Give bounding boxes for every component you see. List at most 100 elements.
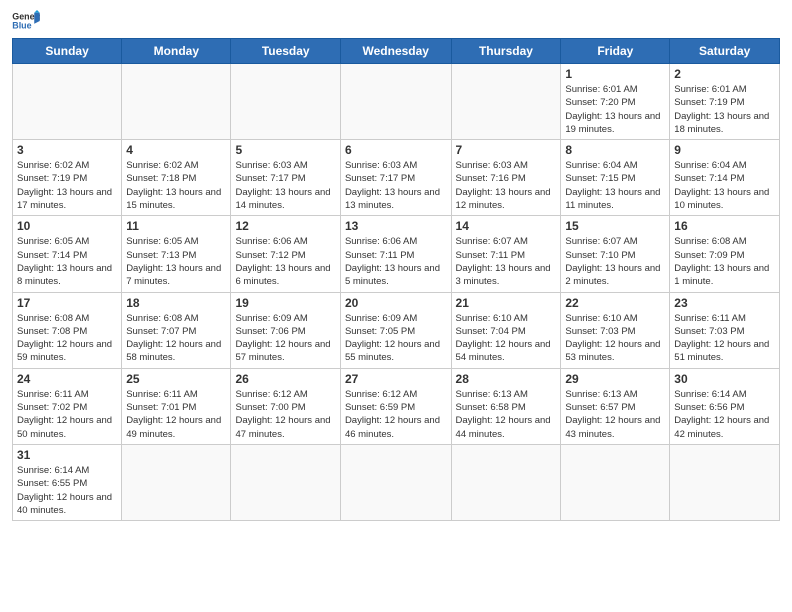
- day-number: 16: [674, 219, 775, 233]
- day-number: 21: [456, 296, 557, 310]
- calendar-cell: [670, 444, 780, 520]
- weekday-header-friday: Friday: [561, 39, 670, 64]
- calendar-cell: 8 Sunrise: 6:04 AM Sunset: 7:15 PM Daylig…: [561, 140, 670, 216]
- calendar-cell: 20Sunrise: 6:09 AM Sunset: 7:05 PM Dayli…: [340, 292, 451, 368]
- calendar-cell: 26Sunrise: 6:12 AM Sunset: 7:00 PM Dayli…: [231, 368, 340, 444]
- day-number: 17: [17, 296, 117, 310]
- day-number: 7: [456, 143, 557, 157]
- calendar-cell: [340, 64, 451, 140]
- day-number: 11: [126, 219, 226, 233]
- day-info: Sunrise: 6:08 AM Sunset: 7:09 PM Dayligh…: [674, 235, 775, 288]
- day-info: Sunrise: 6:03 AM Sunset: 7:17 PM Dayligh…: [345, 159, 447, 212]
- weekday-header-wednesday: Wednesday: [340, 39, 451, 64]
- day-number: 29: [565, 372, 665, 386]
- day-number: 31: [17, 448, 117, 462]
- calendar-cell: [122, 64, 231, 140]
- day-number: 20: [345, 296, 447, 310]
- calendar-cell: 25 Sunrise: 6:11 AM Sunset: 7:01 PM Dayli…: [122, 368, 231, 444]
- day-info: Sunrise: 6:05 AM Sunset: 7:14 PM Dayligh…: [17, 235, 117, 288]
- day-info: Sunrise: 6:04 AM Sunset: 7:15 PM Dayligh…: [565, 159, 665, 212]
- header: General Blue: [12, 10, 780, 32]
- calendar-cell: [451, 64, 561, 140]
- calendar-cell: 28 Sunrise: 6:13 AM Sunset: 6:58 PM Dayli…: [451, 368, 561, 444]
- calendar-cell: 14Sunrise: 6:07 AM Sunset: 7:11 PM Dayli…: [451, 216, 561, 292]
- calendar-cell: 21 Sunrise: 6:10 AM Sunset: 7:04 PM Dayli…: [451, 292, 561, 368]
- day-info: Sunrise: 6:13 AM Sunset: 6:57 PM Dayligh…: [565, 388, 665, 441]
- day-info: Sunrise: 6:11 AM Sunset: 7:02 PM Dayligh…: [17, 388, 117, 441]
- calendar-cell: 10Sunrise: 6:05 AM Sunset: 7:14 PM Dayli…: [13, 216, 122, 292]
- day-info: Sunrise: 6:11 AM Sunset: 7:01 PM Dayligh…: [126, 388, 226, 441]
- calendar-cell: 1 Sunrise: 6:01 AM Sunset: 7:20 PM Daylig…: [561, 64, 670, 140]
- weekday-header-saturday: Saturday: [670, 39, 780, 64]
- calendar-cell: 11 Sunrise: 6:05 AM Sunset: 7:13 PM Dayli…: [122, 216, 231, 292]
- day-info: Sunrise: 6:03 AM Sunset: 7:17 PM Dayligh…: [235, 159, 335, 212]
- calendar-cell: 5 Sunrise: 6:03 AM Sunset: 7:17 PM Daylig…: [231, 140, 340, 216]
- calendar-cell: 30 Sunrise: 6:14 AM Sunset: 6:56 PM Dayli…: [670, 368, 780, 444]
- day-number: 30: [674, 372, 775, 386]
- svg-text:Blue: Blue: [12, 21, 31, 31]
- page: General Blue SundayMondayTuesdayWednesda…: [0, 0, 792, 612]
- day-info: Sunrise: 6:12 AM Sunset: 6:59 PM Dayligh…: [345, 388, 447, 441]
- day-number: 22: [565, 296, 665, 310]
- day-info: Sunrise: 6:05 AM Sunset: 7:13 PM Dayligh…: [126, 235, 226, 288]
- calendar-cell: 16 Sunrise: 6:08 AM Sunset: 7:09 PM Dayli…: [670, 216, 780, 292]
- day-info: Sunrise: 6:10 AM Sunset: 7:04 PM Dayligh…: [456, 312, 557, 365]
- day-number: 1: [565, 67, 665, 81]
- logo: General Blue: [12, 10, 40, 32]
- weekday-header-monday: Monday: [122, 39, 231, 64]
- day-number: 24: [17, 372, 117, 386]
- calendar-cell: 3Sunrise: 6:02 AM Sunset: 7:19 PM Daylig…: [13, 140, 122, 216]
- day-number: 5: [235, 143, 335, 157]
- calendar-cell: 13 Sunrise: 6:06 AM Sunset: 7:11 PM Dayli…: [340, 216, 451, 292]
- calendar-cell: [451, 444, 561, 520]
- calendar-cell: [561, 444, 670, 520]
- day-number: 25: [126, 372, 226, 386]
- day-info: Sunrise: 6:06 AM Sunset: 7:12 PM Dayligh…: [235, 235, 335, 288]
- day-info: Sunrise: 6:14 AM Sunset: 6:56 PM Dayligh…: [674, 388, 775, 441]
- day-number: 28: [456, 372, 557, 386]
- day-info: Sunrise: 6:02 AM Sunset: 7:18 PM Dayligh…: [126, 159, 226, 212]
- calendar-cell: 6 Sunrise: 6:03 AM Sunset: 7:17 PM Daylig…: [340, 140, 451, 216]
- day-info: Sunrise: 6:14 AM Sunset: 6:55 PM Dayligh…: [17, 464, 117, 517]
- day-number: 12: [235, 219, 335, 233]
- calendar-cell: 27 Sunrise: 6:12 AM Sunset: 6:59 PM Dayli…: [340, 368, 451, 444]
- day-info: Sunrise: 6:13 AM Sunset: 6:58 PM Dayligh…: [456, 388, 557, 441]
- calendar-cell: [231, 64, 340, 140]
- weekday-header-thursday: Thursday: [451, 39, 561, 64]
- day-info: Sunrise: 6:01 AM Sunset: 7:19 PM Dayligh…: [674, 83, 775, 136]
- day-number: 27: [345, 372, 447, 386]
- day-number: 15: [565, 219, 665, 233]
- day-number: 6: [345, 143, 447, 157]
- generalblue-logo-icon: General Blue: [12, 10, 40, 32]
- day-info: Sunrise: 6:10 AM Sunset: 7:03 PM Dayligh…: [565, 312, 665, 365]
- calendar-cell: 22 Sunrise: 6:10 AM Sunset: 7:03 PM Dayli…: [561, 292, 670, 368]
- calendar-cell: 2 Sunrise: 6:01 AM Sunset: 7:19 PM Daylig…: [670, 64, 780, 140]
- day-info: Sunrise: 6:06 AM Sunset: 7:11 PM Dayligh…: [345, 235, 447, 288]
- day-info: Sunrise: 6:04 AM Sunset: 7:14 PM Dayligh…: [674, 159, 775, 212]
- day-info: Sunrise: 6:09 AM Sunset: 7:06 PM Dayligh…: [235, 312, 335, 365]
- calendar-cell: 31 Sunrise: 6:14 AM Sunset: 6:55 PM Dayli…: [13, 444, 122, 520]
- day-number: 4: [126, 143, 226, 157]
- day-number: 8: [565, 143, 665, 157]
- day-info: Sunrise: 6:07 AM Sunset: 7:10 PM Dayligh…: [565, 235, 665, 288]
- day-number: 13: [345, 219, 447, 233]
- day-info: Sunrise: 6:08 AM Sunset: 7:08 PM Dayligh…: [17, 312, 117, 365]
- day-number: 2: [674, 67, 775, 81]
- day-info: Sunrise: 6:02 AM Sunset: 7:19 PM Dayligh…: [17, 159, 117, 212]
- calendar-table: SundayMondayTuesdayWednesdayThursdayFrid…: [12, 38, 780, 521]
- calendar-cell: [231, 444, 340, 520]
- calendar-cell: [122, 444, 231, 520]
- day-number: 18: [126, 296, 226, 310]
- day-info: Sunrise: 6:03 AM Sunset: 7:16 PM Dayligh…: [456, 159, 557, 212]
- day-info: Sunrise: 6:11 AM Sunset: 7:03 PM Dayligh…: [674, 312, 775, 365]
- weekday-header-sunday: Sunday: [13, 39, 122, 64]
- day-info: Sunrise: 6:01 AM Sunset: 7:20 PM Dayligh…: [565, 83, 665, 136]
- calendar-cell: 18 Sunrise: 6:08 AM Sunset: 7:07 PM Dayli…: [122, 292, 231, 368]
- day-number: 14: [456, 219, 557, 233]
- calendar-cell: 7 Sunrise: 6:03 AM Sunset: 7:16 PM Daylig…: [451, 140, 561, 216]
- calendar-cell: 17 Sunrise: 6:08 AM Sunset: 7:08 PM Dayli…: [13, 292, 122, 368]
- day-number: 23: [674, 296, 775, 310]
- calendar-cell: 23 Sunrise: 6:11 AM Sunset: 7:03 PM Dayli…: [670, 292, 780, 368]
- day-info: Sunrise: 6:08 AM Sunset: 7:07 PM Dayligh…: [126, 312, 226, 365]
- day-number: 9: [674, 143, 775, 157]
